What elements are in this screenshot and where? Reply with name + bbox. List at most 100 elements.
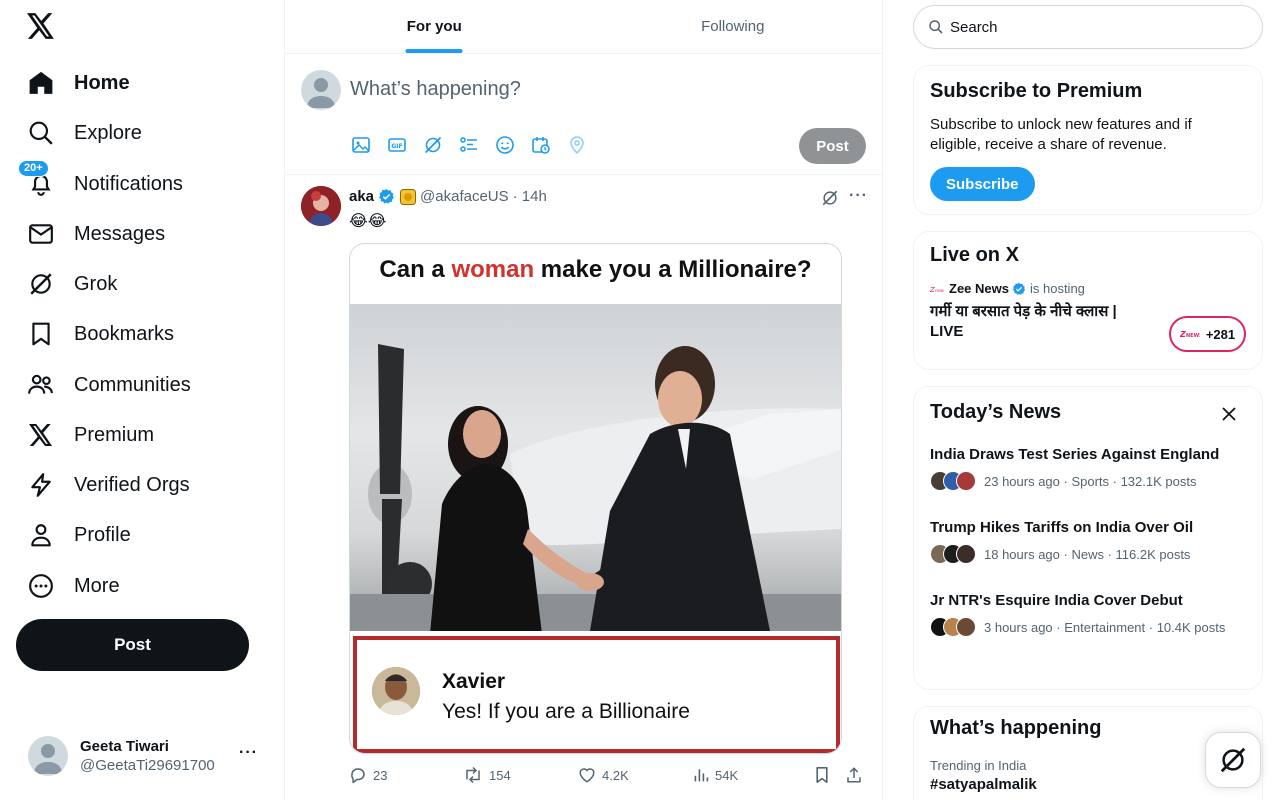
bell-icon: 20+	[18, 160, 56, 199]
avatar	[301, 70, 341, 110]
grok-icon[interactable]	[423, 135, 443, 155]
live-card[interactable]: Live on X Znews Zee News is hosting गर्म…	[913, 231, 1263, 370]
live-host-name: Zee News	[949, 281, 1009, 296]
news-avatars	[930, 617, 976, 637]
more-icon[interactable]: ···	[239, 744, 258, 762]
svg-text:NEWS: NEWS	[1186, 333, 1200, 339]
grok-floating-button[interactable]	[1205, 732, 1261, 788]
avatar	[28, 736, 68, 776]
nav-label: Explore	[74, 121, 142, 144]
trend-name[interactable]: #satyapalmalik	[930, 776, 1246, 793]
nav-grok[interactable]: Grok	[26, 264, 117, 304]
live-hosting-text: is hosting	[1029, 281, 1085, 296]
nav-verified-orgs[interactable]: Verified Orgs	[26, 465, 190, 505]
nav-label: Communities	[74, 373, 191, 396]
tab-label: For you	[406, 18, 462, 35]
live-host: Znews Zee News is hosting	[930, 281, 1246, 296]
tweet-actions: 23 154 4.2K 54K	[349, 766, 869, 784]
grok-icon[interactable]	[821, 189, 839, 207]
people-icon	[26, 370, 56, 400]
reply-button[interactable]: 23	[349, 766, 463, 784]
compose-post-button[interactable]: Post	[799, 128, 866, 164]
nav-label: Home	[74, 71, 130, 94]
bookmark-button[interactable]	[814, 766, 845, 784]
poll-icon[interactable]	[459, 135, 479, 155]
media-reply-text: Yes! If you are a Billionaire	[442, 700, 690, 723]
nav-label: Premium	[74, 423, 155, 446]
repost-icon	[463, 766, 489, 784]
nav-home[interactable]: Home	[26, 63, 130, 103]
bookmark-icon	[26, 319, 56, 349]
reply-count: 23	[373, 767, 388, 783]
author-handle[interactable]: @akafaceUS	[420, 188, 509, 205]
more-icon[interactable]: ···	[849, 187, 868, 205]
tab-following[interactable]: Following	[584, 0, 883, 53]
post-button[interactable]: Post	[16, 619, 249, 671]
gif-icon[interactable]: GIF	[387, 135, 407, 155]
news-avatars	[930, 471, 976, 491]
nav-notifications[interactable]: 20+ Notifications	[18, 160, 183, 204]
tweet-time[interactable]: · 14h	[513, 188, 547, 205]
media-photo	[350, 304, 841, 631]
x-logo-icon	[26, 420, 56, 450]
tweet[interactable]: aka @akafaceUS · 14h 😂😂 ··· Can a woman …	[285, 175, 882, 800]
like-button[interactable]: 4.2K	[578, 766, 693, 784]
compose-input[interactable]: What’s happening?	[350, 78, 521, 101]
nav-premium[interactable]: Premium	[26, 415, 154, 455]
share-button[interactable]	[845, 766, 869, 784]
news-headline: Jr NTR's Esquire India Cover Debut	[930, 592, 1183, 609]
premium-title: Subscribe to Premium	[930, 80, 1143, 102]
grok-icon	[1218, 745, 1248, 775]
compose-box: What’s happening? GIF Post	[285, 54, 882, 175]
right-sidebar: Search Subscribe to Premium Subscribe to…	[913, 0, 1263, 800]
search-input[interactable]: Search	[913, 5, 1263, 49]
close-icon[interactable]	[1222, 407, 1236, 421]
account-handle: @GeetaTi29691700	[80, 757, 215, 774]
nav-communities[interactable]: Communities	[26, 365, 191, 405]
live-listeners-pill[interactable]: ZNEWS +281	[1169, 316, 1246, 352]
news-item[interactable]: India Draws Test Series Against England …	[930, 446, 1246, 491]
author-name[interactable]: aka	[349, 188, 374, 205]
nav-bookmarks[interactable]: Bookmarks	[26, 314, 174, 354]
views-button[interactable]: 54K	[693, 767, 814, 783]
nav-profile[interactable]: Profile	[26, 515, 131, 555]
subscribe-button[interactable]: Subscribe	[930, 167, 1035, 201]
svg-text:GIF: GIF	[391, 143, 402, 150]
active-tab-indicator	[405, 49, 463, 53]
compose-toolbar: GIF	[351, 135, 587, 155]
left-sidebar: Home Explore 20+ Notifications Messages …	[0, 0, 284, 800]
nav-messages[interactable]: Messages	[26, 214, 165, 254]
news-item[interactable]: Jr NTR's Esquire India Cover Debut 3 hou…	[930, 592, 1246, 637]
x-logo-icon[interactable]	[27, 13, 57, 43]
news-item[interactable]: Trump Hikes Tariffs on India Over Oil 18…	[930, 519, 1246, 564]
tweet-media[interactable]: Can a woman make you a Millionaire? Xavi…	[349, 243, 842, 754]
repost-button[interactable]: 154	[463, 766, 578, 784]
news-meta: 3 hours ago · Entertainment · 10.4K post…	[984, 619, 1226, 635]
news-avatars	[930, 544, 976, 564]
tweet-header: aka @akafaceUS · 14h	[349, 188, 547, 205]
live-title: Live on X	[930, 244, 1019, 266]
happening-title: What’s happening	[930, 717, 1102, 739]
news-meta: 18 hours ago · News · 116.2K posts	[984, 546, 1191, 562]
svg-text:news: news	[935, 288, 944, 293]
image-icon[interactable]	[351, 135, 371, 155]
tab-for-you[interactable]: For you	[285, 0, 584, 53]
tweet-avatar[interactable]	[301, 186, 341, 226]
live-listener-count: +281	[1205, 326, 1236, 342]
nav-label: Profile	[74, 523, 131, 546]
emoji-icon[interactable]	[495, 135, 515, 155]
nav-more[interactable]: More	[26, 566, 120, 606]
account-switcher[interactable]: Geeta Tiwari @GeetaTi29691700 ···	[28, 734, 268, 778]
premium-text: Subscribe to unlock new features and if …	[930, 116, 1192, 153]
todays-news-card: Today’s News India Draws Test Series Aga…	[913, 386, 1263, 690]
bookmark-icon	[814, 766, 836, 784]
schedule-icon[interactable]	[531, 135, 551, 155]
zee-news-logo-icon: Znews	[930, 284, 944, 294]
affiliate-badge-icon	[400, 188, 417, 205]
repost-count: 154	[489, 767, 511, 783]
account-name: Geeta Tiwari	[80, 738, 169, 755]
nav-explore[interactable]: Explore	[26, 113, 142, 153]
location-icon[interactable]	[567, 135, 587, 155]
search-icon	[26, 118, 56, 148]
person-icon	[26, 520, 56, 550]
